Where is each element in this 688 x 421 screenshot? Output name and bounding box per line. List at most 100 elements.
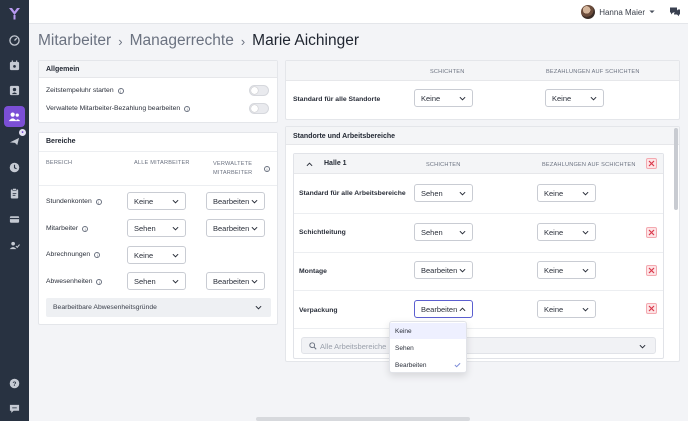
edit-payment-toggle[interactable] bbox=[249, 103, 269, 114]
info-icon[interactable]: i bbox=[264, 166, 270, 172]
close-icon bbox=[648, 267, 655, 274]
delete-assembly-button[interactable] bbox=[646, 265, 657, 276]
info-icon[interactable]: i bbox=[82, 225, 89, 232]
delete-packaging-button[interactable] bbox=[646, 303, 657, 314]
user-menu[interactable]: Hanna Maier bbox=[581, 5, 655, 19]
chevron-down-icon bbox=[582, 230, 589, 235]
col-shifts: SCHICHTEN bbox=[426, 162, 461, 168]
shift-lead-payments-select[interactable]: Keine bbox=[537, 223, 596, 241]
row-employees-label: Mitarbeiter i bbox=[46, 225, 89, 232]
help-icon[interactable]: ? bbox=[6, 375, 23, 392]
default-all-locations-label: Standard für alle Standorte bbox=[293, 96, 381, 103]
select-value: Keine bbox=[544, 304, 564, 314]
clock-icon[interactable] bbox=[6, 159, 23, 176]
info-icon[interactable]: i bbox=[184, 105, 191, 112]
breadcrumb-current: Marie Aichinger bbox=[252, 32, 359, 49]
divider bbox=[294, 328, 663, 329]
info-icon[interactable]: i bbox=[94, 251, 101, 258]
absences-all-select[interactable]: Sehen bbox=[127, 272, 186, 290]
delete-hall-button[interactable] bbox=[646, 158, 657, 169]
contact-card-icon[interactable] bbox=[6, 82, 23, 99]
top-bar: Hanna Maier bbox=[29, 0, 688, 24]
locations-header: Standorte und Arbeitsbereiche bbox=[286, 127, 679, 145]
chevron-up-icon[interactable] bbox=[306, 162, 313, 167]
employees-label: Mitarbeiter bbox=[46, 225, 79, 232]
shift-lead-label: Schichtleitung bbox=[299, 229, 346, 236]
app-logo-icon[interactable] bbox=[7, 6, 22, 21]
time-accounts-all-select[interactable]: Keine bbox=[127, 192, 186, 210]
info-icon[interactable]: i bbox=[96, 278, 103, 285]
breadcrumb-separator-icon: › bbox=[118, 33, 123, 49]
clipboard-icon[interactable] bbox=[6, 185, 23, 202]
divider bbox=[294, 213, 663, 214]
chevron-down-icon bbox=[255, 305, 262, 310]
absence-reasons-label: Bearbeitbare Abwesenheitsgründe bbox=[53, 304, 157, 311]
assembly-payments-select[interactable]: Keine bbox=[537, 261, 596, 279]
dropdown-option-none[interactable]: Keine bbox=[395, 328, 412, 335]
time-accounts-managed-select[interactable]: Bearbeiten bbox=[206, 192, 265, 210]
select-value: Keine bbox=[421, 93, 441, 103]
clock-start-toggle[interactable] bbox=[249, 85, 269, 96]
assembly-shifts-select[interactable]: Bearbeiten bbox=[414, 261, 473, 279]
default-locations-panel: SCHICHTEN BEZAHLUNGEN AUF SCHICHTEN Stan… bbox=[285, 60, 680, 120]
feedback-icon[interactable] bbox=[6, 400, 23, 417]
horizontal-scrollbar[interactable] bbox=[256, 417, 470, 421]
edit-payment-row: Verwaltete Mitarbeiter-Bezahlung bearbei… bbox=[46, 105, 191, 112]
default-locations-header: SCHICHTEN BEZAHLUNGEN AUF SCHICHTEN bbox=[286, 61, 679, 81]
areas-panel: Bereiche BEREICH ALLE MITARBEITER VERWAL… bbox=[38, 132, 278, 325]
chevron-down-icon bbox=[459, 191, 466, 196]
general-header: Allgemein bbox=[39, 61, 277, 78]
default-areas-payments-select[interactable]: Keine bbox=[537, 184, 596, 202]
locations-title: Standorte und Arbeitsbereiche bbox=[293, 133, 396, 140]
absence-reasons-collapsible[interactable]: Bearbeitbare Abwesenheitsgründe bbox=[46, 298, 271, 317]
select-value: Keine bbox=[544, 265, 564, 275]
delete-shift-lead-button[interactable] bbox=[646, 227, 657, 238]
select-value: Bearbeiten bbox=[213, 223, 250, 233]
select-value: Keine bbox=[552, 93, 572, 103]
vertical-scrollbar[interactable] bbox=[674, 128, 678, 210]
select-value: Keine bbox=[544, 227, 564, 237]
notification-badge: • bbox=[18, 128, 27, 137]
area-search-select[interactable]: Alle Arbeitsbereiche bbox=[301, 337, 656, 354]
breadcrumb-employees[interactable]: Mitarbeiter bbox=[38, 32, 111, 50]
shift-lead-shifts-select[interactable]: Sehen bbox=[414, 223, 473, 241]
dropdown-option-edit[interactable]: Bearbeiten bbox=[395, 362, 426, 369]
messages-icon[interactable] bbox=[669, 6, 681, 17]
hall-1-header[interactable]: Halle 1 SCHICHTEN BEZAHLUNGEN AUF SCHICH… bbox=[294, 154, 663, 174]
general-title: Allgemein bbox=[46, 66, 80, 73]
chevron-down-icon bbox=[172, 279, 179, 284]
chevron-down-icon bbox=[459, 230, 466, 235]
default-shifts-select[interactable]: Keine bbox=[414, 89, 473, 107]
select-value: Bearbeiten bbox=[213, 196, 250, 206]
packaging-payments-select[interactable]: Keine bbox=[537, 300, 596, 318]
info-icon[interactable]: i bbox=[117, 87, 124, 94]
breadcrumb-manager-rights[interactable]: Managerrechte bbox=[130, 32, 234, 50]
default-payments-select[interactable]: Keine bbox=[545, 89, 604, 107]
chevron-down-icon bbox=[172, 199, 179, 204]
payroll-all-select[interactable]: Keine bbox=[127, 246, 186, 264]
employees-managed-select[interactable]: Bearbeiten bbox=[206, 219, 265, 237]
dropdown-option-view[interactable]: Sehen bbox=[395, 345, 414, 352]
divider bbox=[294, 252, 663, 253]
payment-card-icon[interactable] bbox=[6, 211, 23, 228]
employees-all-select[interactable]: Sehen bbox=[127, 219, 186, 237]
select-value: Sehen bbox=[134, 223, 156, 233]
areas-title: Bereiche bbox=[46, 138, 76, 145]
chevron-down-icon bbox=[649, 10, 655, 14]
col-managed-employees: VERWALTETE MITARBEITER bbox=[213, 161, 253, 176]
default-areas-shifts-select[interactable]: Sehen bbox=[414, 184, 473, 202]
info-icon[interactable]: i bbox=[95, 198, 102, 205]
dashboard-icon[interactable] bbox=[6, 32, 23, 49]
chevron-down-icon bbox=[582, 191, 589, 196]
absences-managed-select[interactable]: Bearbeiten bbox=[206, 272, 265, 290]
user-check-icon[interactable] bbox=[6, 237, 23, 254]
packaging-shifts-select[interactable]: Bearbeiten bbox=[414, 300, 473, 318]
chevron-down-icon bbox=[590, 96, 597, 101]
select-value: Sehen bbox=[134, 276, 156, 286]
edit-payment-label: Verwaltete Mitarbeiter-Bezahlung bearbei… bbox=[46, 105, 181, 112]
select-value: Keine bbox=[134, 196, 154, 206]
svg-text:?: ? bbox=[13, 381, 17, 388]
chevron-down-icon bbox=[251, 226, 258, 231]
employees-icon[interactable] bbox=[4, 106, 25, 127]
calendar-icon[interactable] bbox=[6, 57, 23, 74]
